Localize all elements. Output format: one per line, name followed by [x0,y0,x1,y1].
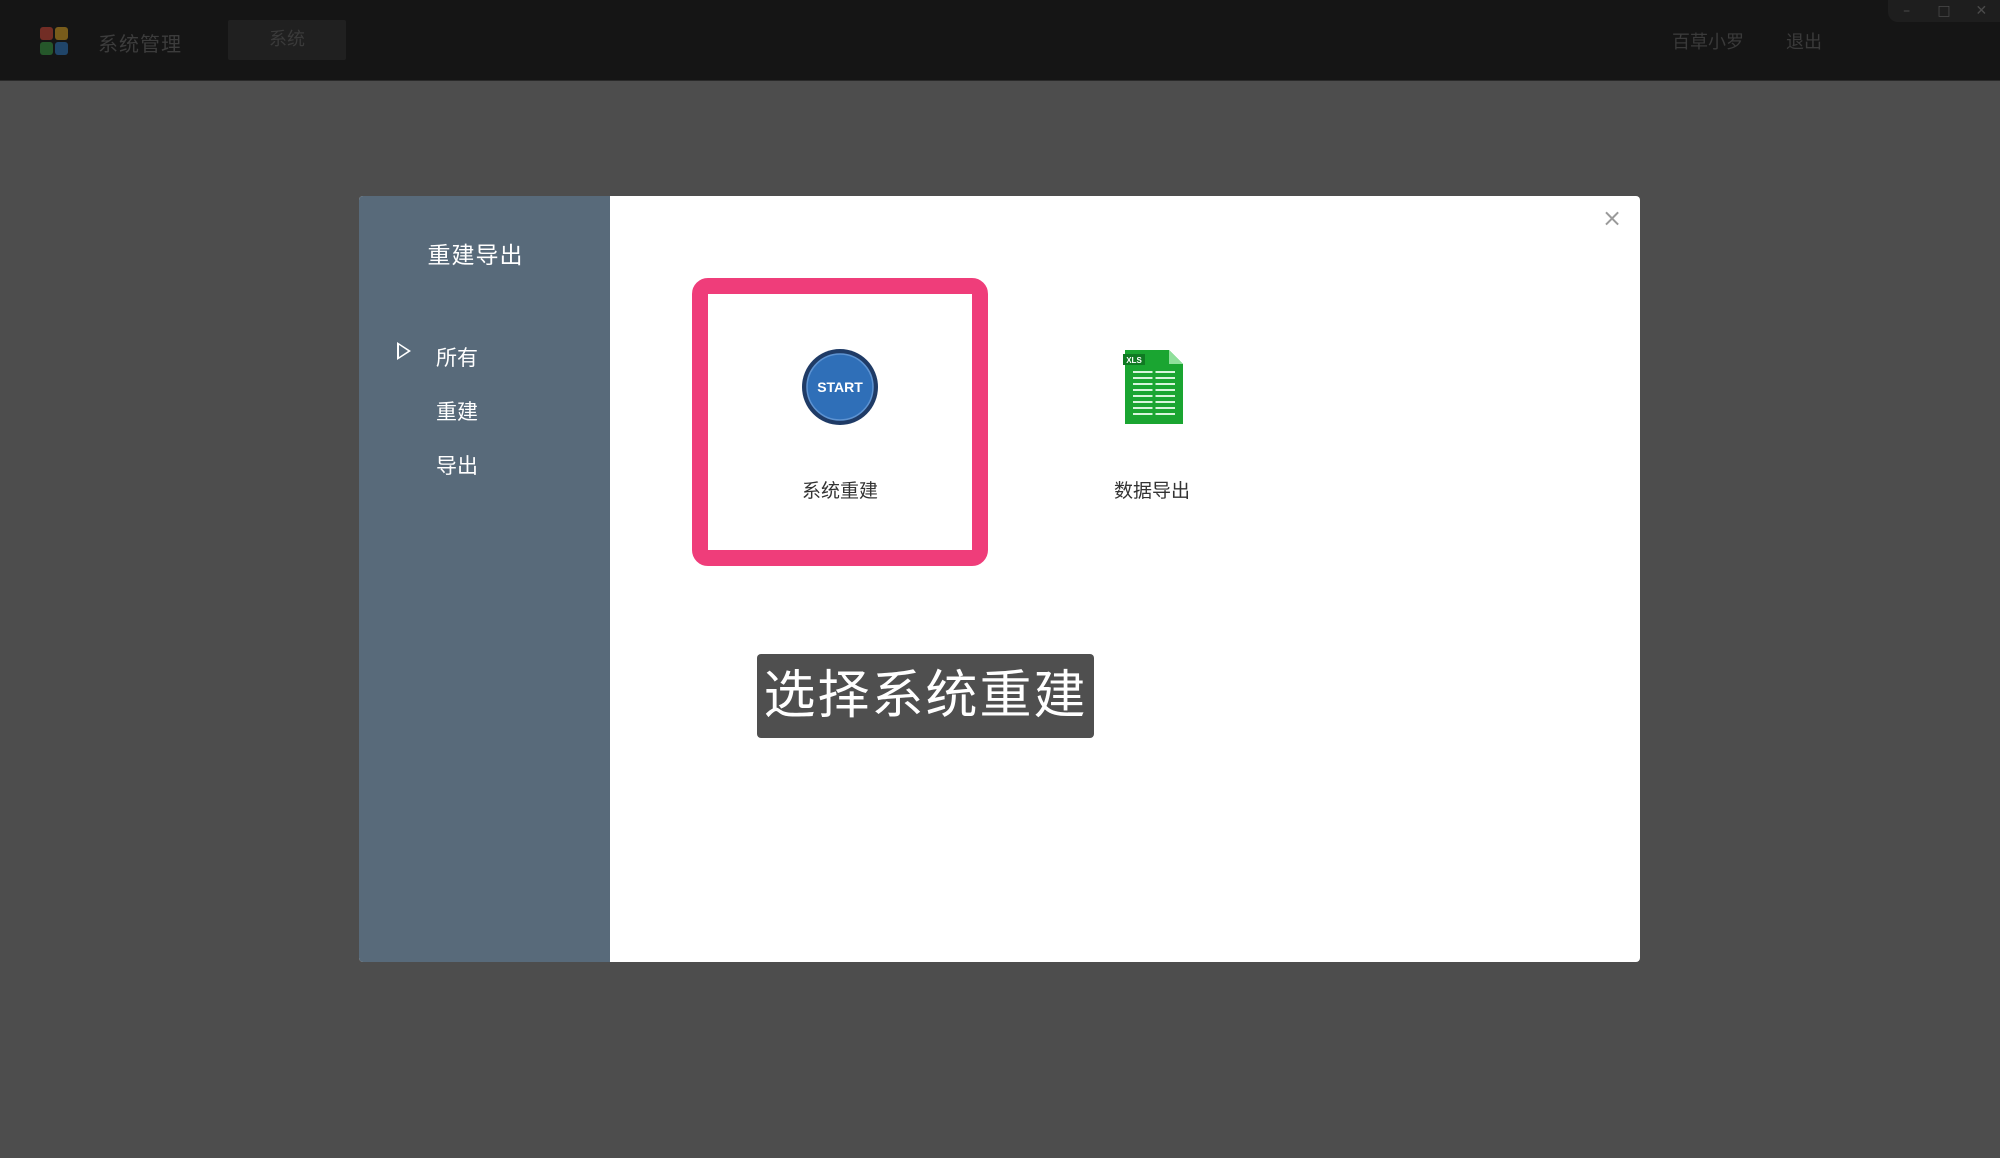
instruction-caption: 选择系统重建 [757,654,1094,738]
highlight-frame [692,278,988,566]
sidebar-title: 重建导出 [427,243,524,269]
rebuild-export-dialog: 重建导出 所有 重建 导出 × START 系统重建 XLS 数据导出 选择系统… [359,196,1640,962]
sidebar-item-export[interactable]: 导出 [436,450,478,480]
data-export-label: 数据导出 [1113,480,1190,502]
data-export-card[interactable]: XLS 数据导出 [1004,278,1300,566]
app-top-bar: 系统管理 系统 百草小罗 退出 – □ ✕ [0,0,2000,81]
sidebar-item-rebuild[interactable]: 重建 [436,396,478,426]
current-user[interactable]: 百草小罗 [1672,28,1744,54]
svg-text:XLS: XLS [1126,356,1142,365]
app-logo-icon [40,27,68,55]
minimize-icon[interactable]: – [1897,3,1917,19]
xls-file-icon: XLS [1123,350,1183,424]
dialog-sidebar: 重建导出 所有 重建 导出 [359,196,610,962]
dialog-close-icon[interactable]: × [1600,206,1624,230]
logout-link[interactable]: 退出 [1786,28,1822,54]
window-controls: – □ ✕ [1888,0,2000,22]
maximize-icon[interactable]: □ [1934,3,1954,19]
tab-system[interactable]: 系统 [228,20,346,60]
close-icon[interactable]: ✕ [1971,3,1991,19]
selected-arrow-icon [397,342,411,360]
sidebar-item-all[interactable]: 所有 [436,342,478,372]
app-title: 系统管理 [98,32,182,56]
